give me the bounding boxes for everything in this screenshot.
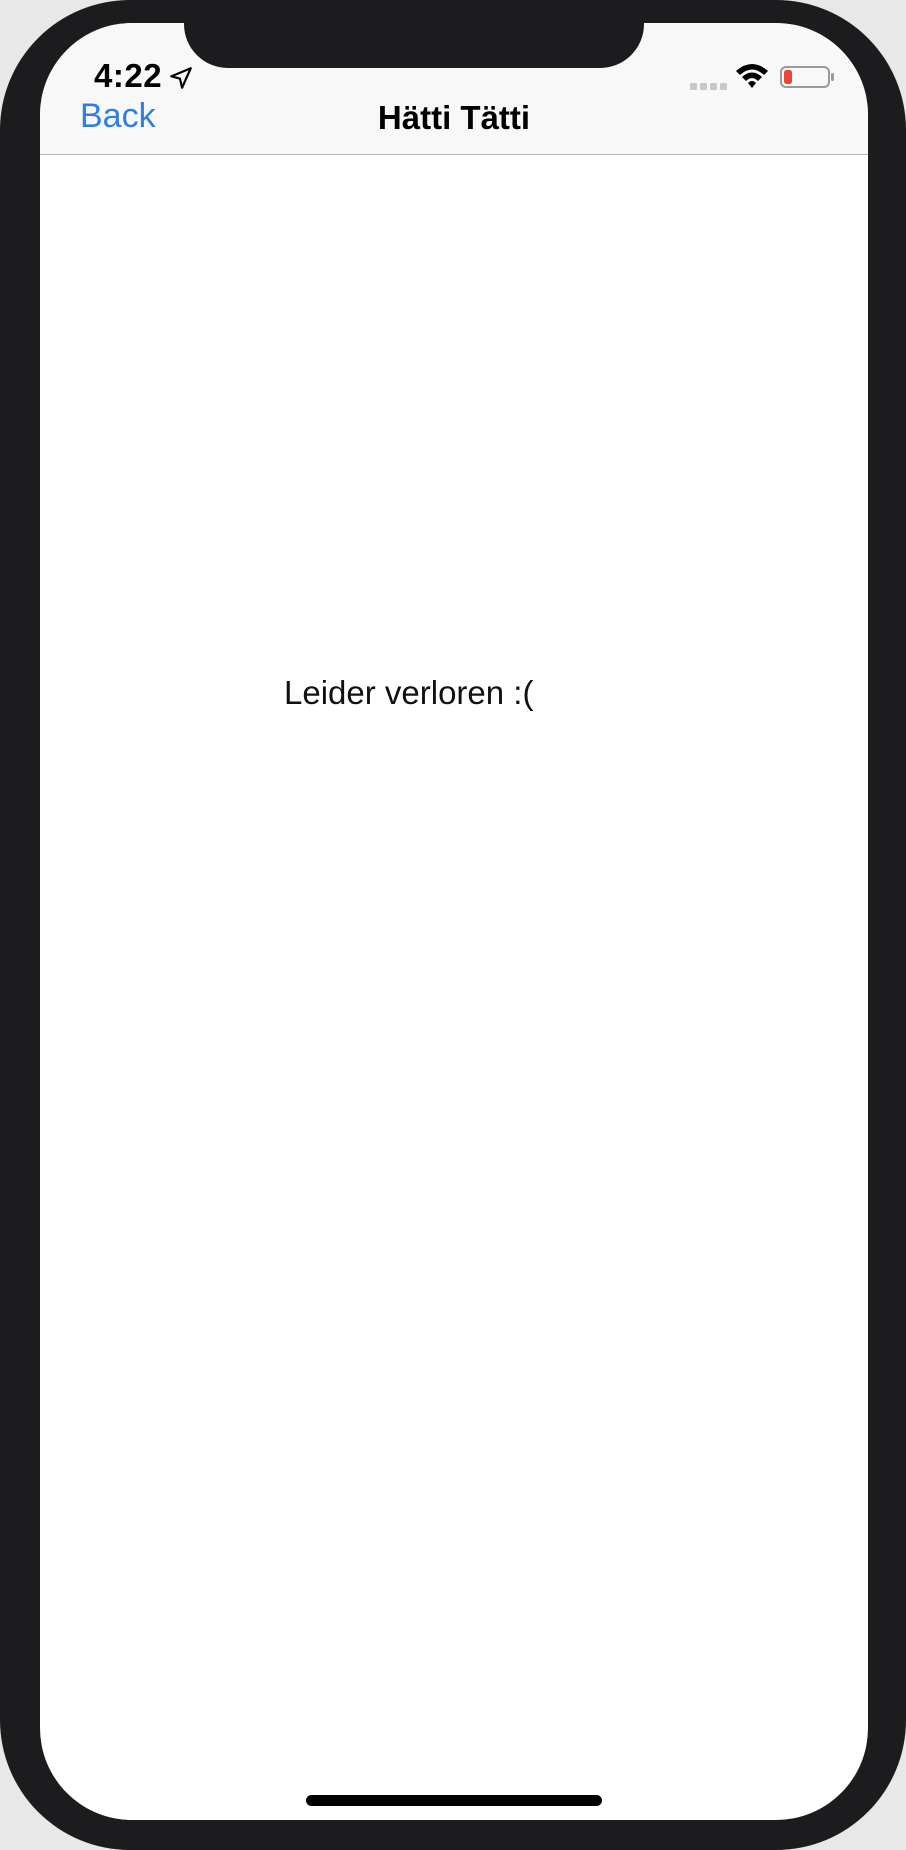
battery-low-icon [780, 66, 834, 88]
notch [184, 0, 644, 68]
status-time: 4:22 [94, 57, 163, 94]
nav-title: Hätti Tätti [377, 99, 531, 136]
game-result-message: Leider verloren :( [284, 674, 534, 711]
home-indicator[interactable] [306, 1795, 602, 1806]
device-frame: 4:22 Back Hätti Tätti Leider verloren:( [0, 0, 906, 1850]
cellular-signal-icon [690, 83, 727, 90]
screen: 4:22 Back Hätti Tätti Leider verloren:( [40, 23, 868, 1820]
wifi-icon [736, 64, 768, 88]
location-arrow-icon [170, 67, 192, 89]
